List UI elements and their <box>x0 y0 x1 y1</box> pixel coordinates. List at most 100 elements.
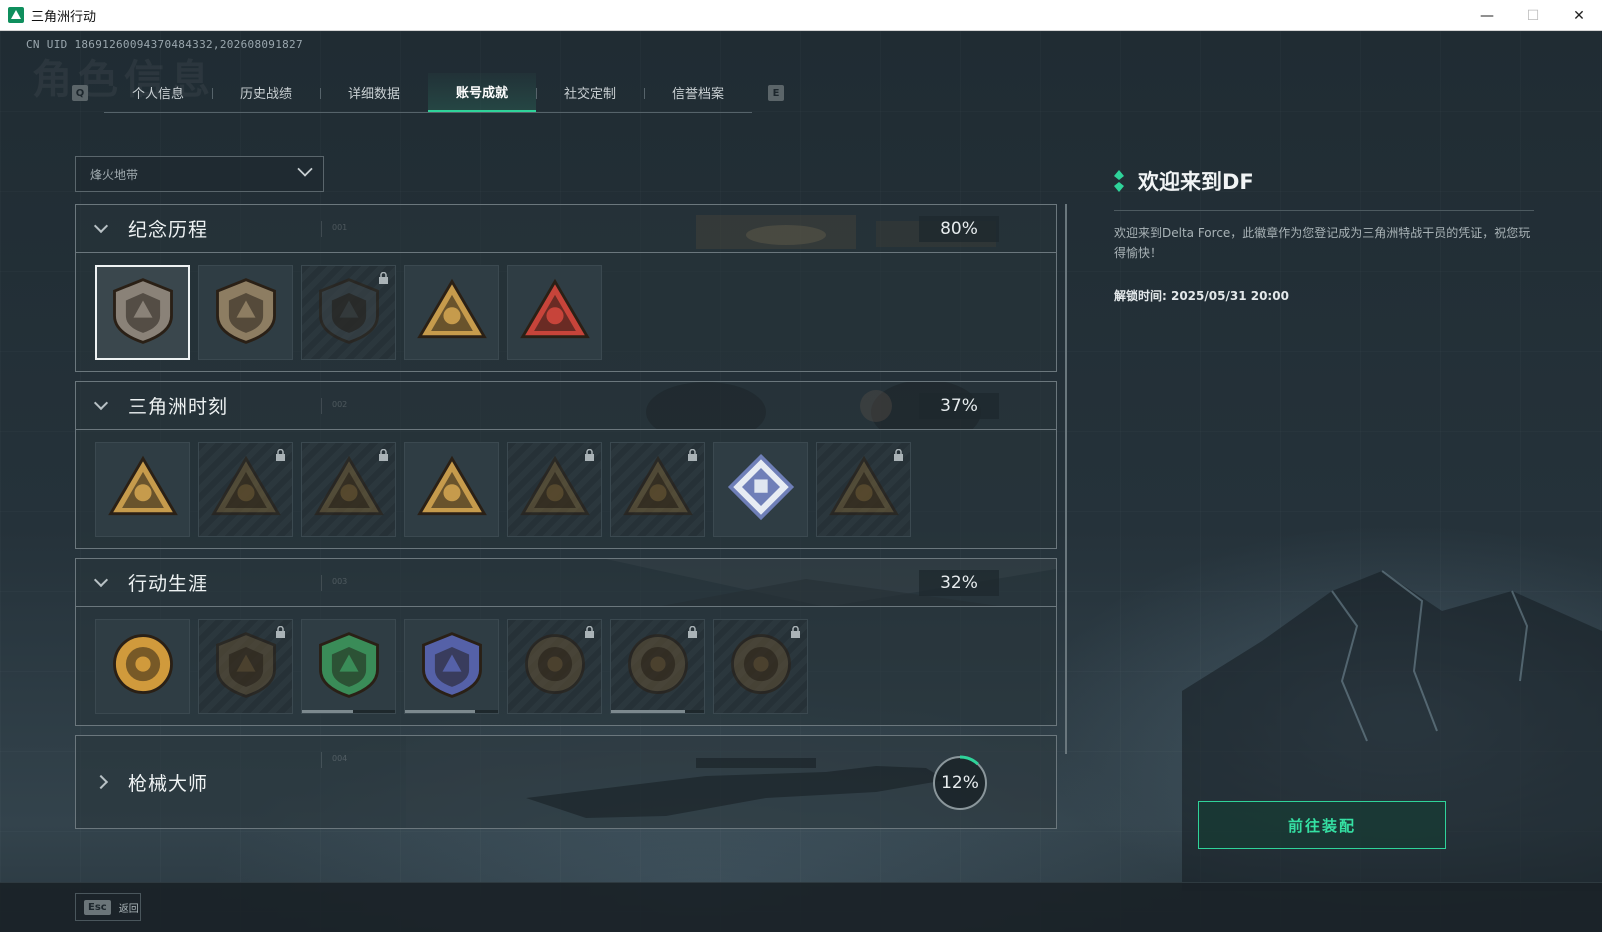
tab-next-key-hint[interactable]: E <box>768 85 784 101</box>
section-title: 行动生涯 <box>128 573 209 595</box>
round-dark-emblem-icon <box>517 627 593 707</box>
panel-scrollbar[interactable] <box>1065 204 1067 754</box>
window-controls: — ☐ ✕ <box>1464 0 1602 31</box>
section-title: 三角洲时刻 <box>128 396 229 418</box>
moment-badge-3[interactable] <box>301 442 396 537</box>
section-code: 004 <box>332 754 348 763</box>
triangle-dragon-icon <box>826 450 902 530</box>
tab-bar: Q 个人信息 历史战绩 详细数据 账号成就 社交定制 信誉档案 E <box>72 73 784 113</box>
section-percent: 32% <box>919 570 999 596</box>
section-memorial[interactable]: 纪念历程 001 80% <box>75 204 1057 372</box>
achievement-sections: 纪念历程 001 80% 三角洲时刻 002 37% 行动生涯 003 32% <box>75 204 1057 726</box>
round-eye-emblem-icon <box>723 627 799 707</box>
tab-achievements[interactable]: 账号成就 <box>428 73 536 112</box>
section-divider <box>321 752 322 768</box>
memorial-badge-5[interactable] <box>507 265 602 360</box>
career-badge-5[interactable] <box>507 619 602 714</box>
badge-info-title-row: 欢迎来到DF <box>1114 166 1534 196</box>
tab-social-custom[interactable]: 社交定制 <box>536 73 644 112</box>
career-badge-7[interactable] <box>713 619 808 714</box>
section-divider <box>321 398 322 414</box>
section-percent: 12% <box>941 773 979 793</box>
career-badge-4[interactable] <box>404 619 499 714</box>
game-viewport: 角色信息 CN UID 18691260094370484332,2026080… <box>0 31 1602 932</box>
mode-dropdown-value: 烽火地带 <box>90 167 139 182</box>
equip-button[interactable]: 前往装配 <box>1198 801 1446 849</box>
back-label: 返回 <box>118 903 139 915</box>
lock-icon <box>894 449 903 461</box>
career-badge-2[interactable] <box>198 619 293 714</box>
lock-icon <box>379 272 388 284</box>
section-divider <box>321 575 322 591</box>
diamond-marker-icon <box>1114 170 1124 192</box>
tab-credit-record[interactable]: 信誉档案 <box>644 73 752 112</box>
moment-badge-4[interactable] <box>404 442 499 537</box>
blue-shield-icon <box>414 627 490 707</box>
triangle-squad-icon <box>517 450 593 530</box>
career-badge-3[interactable] <box>301 619 396 714</box>
triangle-number-one-icon <box>517 273 593 353</box>
memorial-badge-1[interactable] <box>95 265 190 360</box>
lock-icon <box>688 449 697 461</box>
memorial-badge-2[interactable] <box>198 265 293 360</box>
info-divider <box>1114 210 1534 211</box>
moment-badge-6[interactable] <box>610 442 705 537</box>
lock-icon <box>585 449 594 461</box>
section-percent: 37% <box>919 393 999 419</box>
section-title: 枪械大师 <box>128 772 209 795</box>
section-header[interactable]: 行动生涯 003 32% <box>76 559 1056 607</box>
memorial-badge-4[interactable] <box>404 265 499 360</box>
round-skull-emblem-icon <box>620 627 696 707</box>
triangle-soldiers-icon <box>414 450 490 530</box>
badge-row <box>76 253 1056 371</box>
badge-info-description: 欢迎来到Delta Force，此徽章作为您登记成为三角洲特战干员的凭证，祝您玩… <box>1114 226 1531 260</box>
section-weapon-master[interactable]: 枪械大师 004 12% <box>75 735 1057 829</box>
section-header[interactable]: 枪械大师 004 12% <box>76 736 1056 828</box>
chevron-down-icon <box>297 161 313 177</box>
back-button[interactable]: Esc 返回 <box>75 893 141 921</box>
lock-icon <box>276 449 285 461</box>
chevron-down-icon <box>93 395 109 410</box>
section-code: 003 <box>332 577 348 586</box>
badge-info-panel: 欢迎来到DF 欢迎来到Delta Force，此徽章作为您登记成为三角洲特战干员… <box>1114 166 1534 304</box>
badge-unlock-time: 解锁时间: 2025/05/31 20:00 <box>1114 289 1289 303</box>
green-shield-icon <box>311 627 387 707</box>
tab-match-history[interactable]: 历史战绩 <box>212 73 320 112</box>
minimize-button[interactable]: — <box>1464 0 1510 31</box>
tab-prev-key-hint[interactable]: Q <box>72 85 88 101</box>
moment-badge-1[interactable] <box>95 442 190 537</box>
section-percent: 80% <box>919 216 999 242</box>
career-badge-1[interactable] <box>95 619 190 714</box>
badge-progress-bar <box>302 710 395 713</box>
moment-badge-8[interactable] <box>816 442 911 537</box>
triangle-runner-icon <box>208 450 284 530</box>
window-titlebar: 三角洲行动 — ☐ ✕ <box>0 0 1602 31</box>
chevron-down-icon <box>93 572 109 587</box>
helicopter-shield-icon <box>208 273 284 353</box>
diamond-gem-icon <box>723 450 799 530</box>
tab-personal-info[interactable]: 个人信息 <box>104 73 212 112</box>
memorial-badge-3[interactable] <box>301 265 396 360</box>
section-header[interactable]: 纪念历程 001 80% <box>76 205 1056 253</box>
dark-shield-icon <box>208 627 284 707</box>
lock-icon <box>791 626 800 638</box>
section-operation-career[interactable]: 行动生涯 003 32% <box>75 558 1057 726</box>
mode-dropdown[interactable]: 烽火地带 <box>75 156 324 192</box>
badge-progress-bar <box>405 710 498 713</box>
section-divider <box>321 221 322 237</box>
career-badge-6[interactable] <box>610 619 705 714</box>
tab-detailed-stats[interactable]: 详细数据 <box>320 73 428 112</box>
section-header[interactable]: 三角洲时刻 002 37% <box>76 382 1056 430</box>
moment-badge-5[interactable] <box>507 442 602 537</box>
section-delta-moments[interactable]: 三角洲时刻 002 37% <box>75 381 1057 549</box>
delta-shield-icon <box>105 273 181 353</box>
app-logo-icon <box>8 7 24 23</box>
moment-badge-7[interactable] <box>713 442 808 537</box>
bottom-bar: Esc 返回 <box>0 882 1602 932</box>
lock-icon <box>276 626 285 638</box>
close-button[interactable]: ✕ <box>1556 0 1602 31</box>
esc-key-hint: Esc <box>84 899 111 915</box>
maximize-button[interactable]: ☐ <box>1510 0 1556 31</box>
moment-badge-2[interactable] <box>198 442 293 537</box>
section-title: 纪念历程 <box>128 219 209 241</box>
